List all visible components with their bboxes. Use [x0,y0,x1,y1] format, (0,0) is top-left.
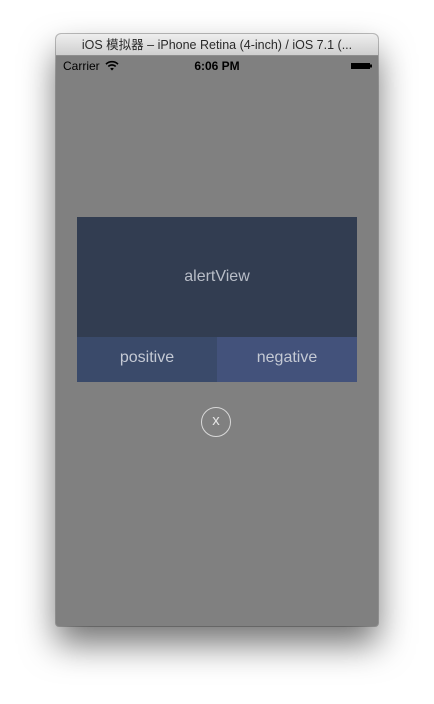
window-title: iOS 模拟器 – iPhone Retina (4-inch) / iOS 7… [56,34,378,56]
alert-message: alertView [77,217,357,337]
close-button[interactable]: x [201,407,231,437]
status-time: 6:06 PM [194,59,240,73]
battery-icon [351,63,372,69]
status-bar: Carrier 6:06 PM [56,56,378,76]
simulator-window: iOS 模拟器 – iPhone Retina (4-inch) / iOS 7… [56,34,378,626]
alert-view: alertView positive negative [77,217,357,382]
negative-button[interactable]: negative [217,337,357,382]
positive-button[interactable]: positive [77,337,217,382]
